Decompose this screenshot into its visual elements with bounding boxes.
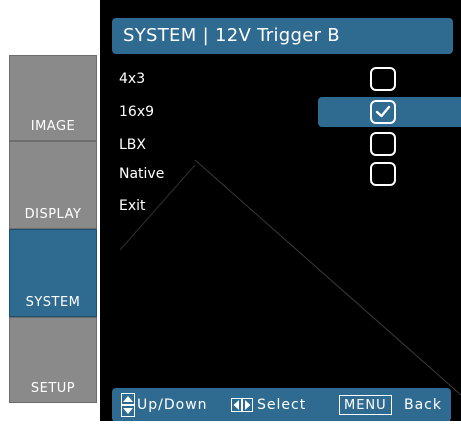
- menu-title: SYSTEM | 12V Trigger B: [112, 18, 453, 54]
- tab-display[interactable]: DISPLAY: [9, 141, 97, 229]
- checkbox-native[interactable]: [370, 162, 396, 186]
- tab-system-label: SYSTEM: [25, 295, 81, 310]
- menu-tab-column: IMAGE DISPLAY SYSTEM SETUP: [0, 0, 100, 428]
- back-label: Back: [404, 397, 442, 413]
- tab-display-label: DISPLAY: [24, 207, 82, 222]
- up-down-arrows-icon: [121, 393, 135, 417]
- tab-image-label: IMAGE: [30, 119, 76, 134]
- osd-menu-panel: SYSTEM | 12V Trigger B 4x3 16x9 LBX Nati…: [100, 0, 461, 421]
- checkmark-icon: [375, 105, 391, 118]
- option-4x3[interactable]: 4x3: [119, 70, 145, 88]
- tab-setup[interactable]: SETUP: [9, 317, 97, 403]
- decorative-lines: [119, 159, 461, 396]
- tab-setup-label: SETUP: [30, 381, 76, 396]
- option-16x9[interactable]: 16x9: [119, 103, 154, 121]
- option-native[interactable]: Native: [119, 165, 164, 183]
- left-right-arrows-icon: [231, 398, 253, 412]
- checkbox-lbx[interactable]: [370, 132, 396, 156]
- tab-system[interactable]: SYSTEM: [9, 229, 97, 317]
- checkbox-4x3[interactable]: [370, 67, 396, 91]
- tab-image[interactable]: IMAGE: [9, 55, 97, 141]
- footer-hint-bar: Up/Down Select MENU Back: [112, 388, 451, 421]
- menu-key[interactable]: MENU: [339, 395, 392, 415]
- checkbox-16x9[interactable]: [370, 100, 396, 124]
- up-down-label: Up/Down: [137, 397, 208, 413]
- option-exit[interactable]: Exit: [119, 197, 146, 215]
- select-label: Select: [257, 397, 307, 413]
- option-lbx[interactable]: LBX: [119, 136, 146, 154]
